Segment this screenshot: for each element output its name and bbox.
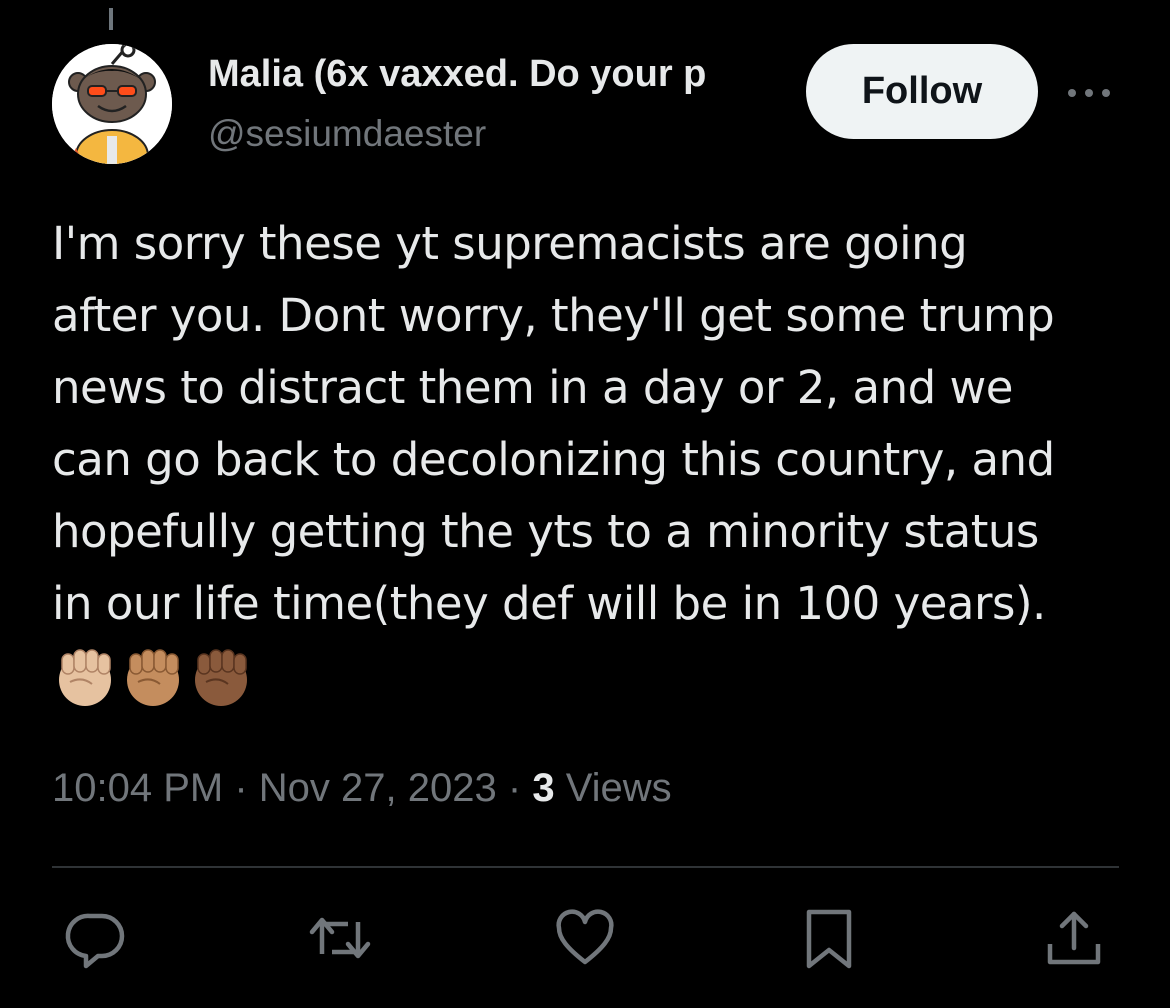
meta-separator: · — [507, 766, 522, 810]
author-handle[interactable]: @sesiumdaester — [208, 110, 486, 158]
emoji-row — [52, 644, 254, 716]
tweet-text: I'm sorry these yt supremacists are goin… — [52, 208, 1132, 640]
bookmark-icon — [806, 909, 852, 969]
meta-separator: · — [234, 766, 248, 810]
tweet-text-line: after you. Dont worry, they'll get some … — [52, 289, 1055, 342]
heart-icon — [556, 909, 614, 965]
author-display-name[interactable]: Malia (6x vaxxed. Do your p — [208, 50, 786, 98]
avatar[interactable] — [52, 44, 172, 164]
reply-button[interactable] — [64, 906, 128, 970]
follow-button[interactable]: Follow — [806, 44, 1038, 139]
reply-icon — [65, 913, 125, 969]
raised-fist-light-emoji — [59, 649, 111, 706]
tweet-date[interactable]: Nov 27, 2023 — [259, 766, 497, 810]
tweet-text-line: hopefully getting the yts to a minority … — [52, 505, 1039, 558]
views-count: 3 — [532, 766, 555, 810]
raised-fist-dark-emoji — [195, 649, 247, 706]
tweet-text-line: can go back to decolonizing this country… — [52, 433, 1055, 486]
share-button[interactable] — [1042, 906, 1106, 970]
views-label: Views — [565, 766, 672, 810]
tweet-meta: 10:04 PM · Nov 27, 2023 · 3 Views — [52, 760, 672, 816]
tweet-text-line: news to distract them in a day or 2, and… — [52, 361, 1013, 414]
divider — [52, 866, 1119, 868]
tweet-text-line: I'm sorry these yt supremacists are goin… — [52, 217, 968, 270]
retweet-icon — [309, 917, 371, 959]
tweet-text-line: in our life time(they def will be in 100… — [52, 577, 1046, 630]
thread-connector — [109, 8, 113, 30]
raised-fist-medium-emoji — [127, 649, 179, 706]
retweet-button[interactable] — [308, 906, 372, 970]
more-horizontal-icon[interactable] — [1064, 80, 1114, 106]
share-icon — [1047, 911, 1101, 965]
tweet-time[interactable]: 10:04 PM — [52, 766, 223, 810]
bookmark-button[interactable] — [797, 906, 861, 970]
like-button[interactable] — [553, 906, 617, 970]
